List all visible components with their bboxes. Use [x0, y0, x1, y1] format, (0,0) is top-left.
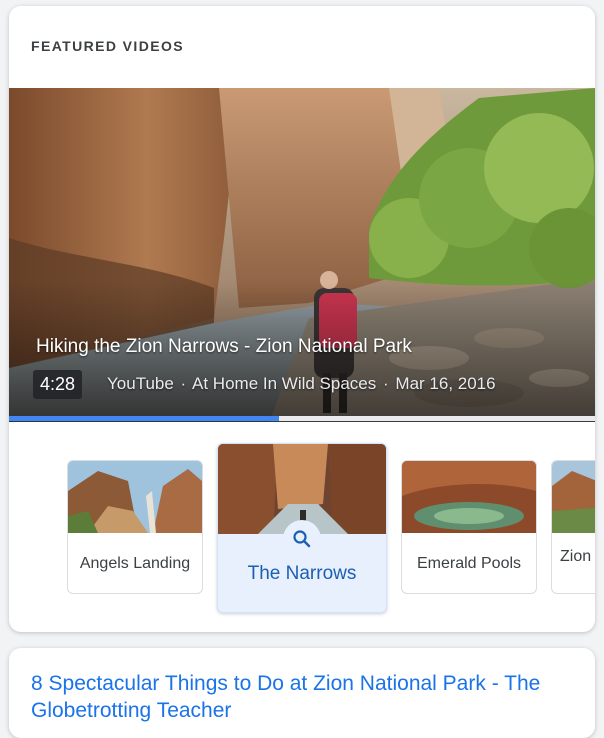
featured-videos-card: FEATURED VIDEOS Hiking the Zion Narrows … — [9, 6, 595, 632]
meta-separator: · — [383, 374, 389, 393]
angels-landing-thumbnail — [68, 461, 202, 533]
video-meta: YouTube · At Home In Wild Spaces · Mar 1… — [107, 374, 496, 394]
search-icon — [293, 530, 311, 548]
chip-emerald-pools[interactable]: Emerald Pools — [401, 460, 537, 594]
progress-fill — [9, 416, 279, 421]
video-player[interactable]: Hiking the Zion Narrows - Zion National … — [9, 88, 595, 422]
video-title[interactable]: Hiking the Zion Narrows - Zion National … — [36, 336, 412, 358]
meta-separator: · — [180, 374, 187, 393]
result-title-link[interactable]: 8 Spectacular Things to Do at Zion Natio… — [31, 670, 571, 724]
chip-label: Angels Landing — [79, 555, 191, 572]
chip-label: The Narrows — [247, 563, 357, 584]
chip-the-narrows[interactable]: The Narrows — [217, 443, 387, 613]
section-title: FEATURED VIDEOS — [31, 38, 184, 54]
chip-search-badge — [283, 520, 321, 558]
chip-label: Emerald Pools — [416, 555, 522, 572]
chip-zion-canyon[interactable]: Zion C — [551, 460, 595, 594]
duration-badge: 4:28 — [33, 370, 83, 399]
search-result-card: 8 Spectacular Things to Do at Zion Natio… — [9, 648, 595, 738]
chip-label: Zion C — [560, 548, 595, 565]
video-channel: At Home In Wild Spaces — [192, 374, 377, 393]
chip-angels-landing[interactable]: Angels Landing — [67, 460, 203, 594]
emerald-pools-thumbnail — [402, 461, 536, 533]
video-source: YouTube — [107, 374, 174, 393]
progress-bar[interactable] — [9, 416, 595, 421]
zion-canyon-thumbnail — [552, 461, 595, 533]
video-date: Mar 16, 2016 — [395, 374, 496, 393]
